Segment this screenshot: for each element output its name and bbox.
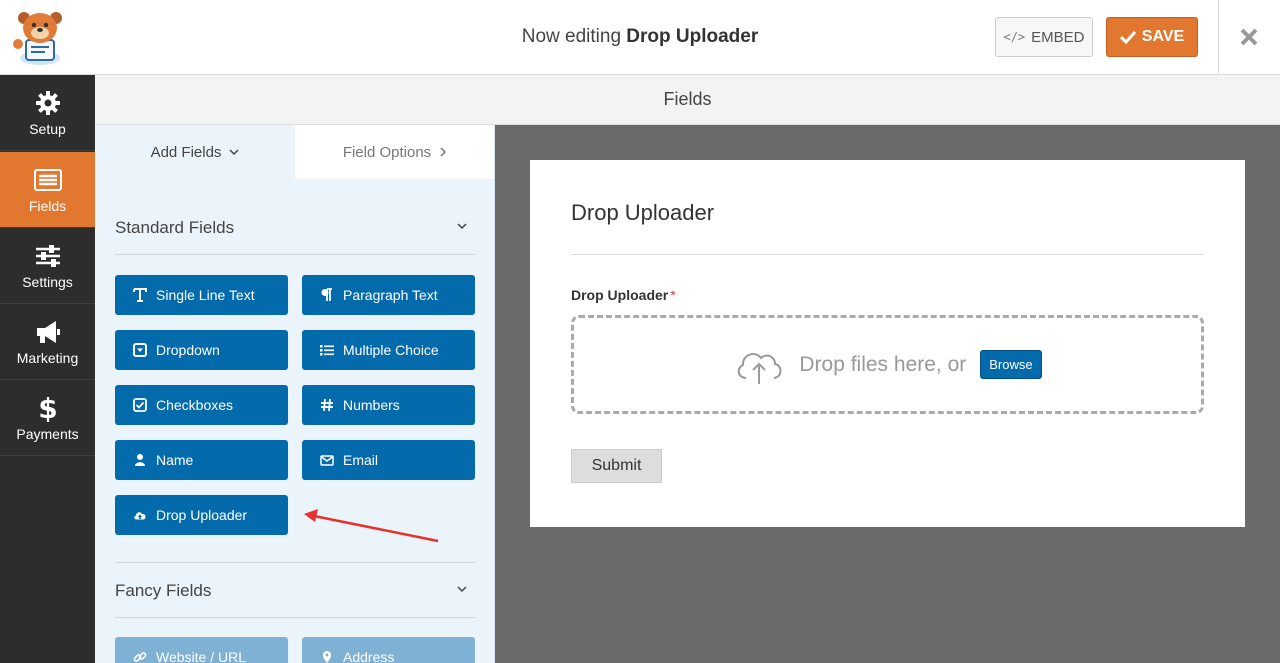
field-button-label: Name: [156, 452, 194, 468]
field-button-numbers[interactable]: Numbers: [302, 385, 475, 425]
section-divider: [115, 562, 475, 563]
field-button-dropdown[interactable]: Dropdown: [115, 330, 288, 370]
submit-button[interactable]: Submit: [571, 449, 662, 483]
sidebar-item-payments[interactable]: $ Payments: [0, 380, 95, 456]
megaphone-icon: [36, 320, 60, 343]
top-bar: Now editing Drop Uploader </> EMBED SAVE: [0, 0, 1280, 75]
field-button-label: Multiple Choice: [343, 342, 439, 358]
chevron-right-icon: [440, 147, 447, 157]
field-button-drop-uploader[interactable]: Drop Uploader: [115, 495, 288, 535]
tab-label: Field Options: [342, 143, 432, 161]
save-label: SAVE: [1141, 28, 1185, 45]
field-label-text: Drop Uploader: [571, 287, 669, 303]
field-button-label: Drop Uploader: [156, 507, 248, 523]
list-icon: [320, 345, 334, 356]
top-divider: [1218, 0, 1219, 75]
map-pin-icon: [323, 651, 331, 663]
form-title-divider: [571, 254, 1204, 255]
dropdown-icon: [133, 343, 147, 357]
field-button-label: Website / URL: [156, 649, 246, 663]
field-button-address[interactable]: Address: [302, 637, 475, 663]
svg-text:$: $: [38, 394, 57, 422]
sidebar-item-label: Settings: [22, 273, 73, 290]
cloud-upload-icon: [134, 512, 146, 520]
form-name-title: Drop Uploader: [626, 26, 759, 47]
field-button-label: Numbers: [343, 397, 400, 413]
checkmark-icon: [1119, 30, 1136, 44]
tab-field-options[interactable]: Field Options: [295, 125, 494, 179]
checkbox-icon: [133, 398, 147, 412]
tab-label: Add Fields: [150, 143, 222, 161]
sidebar-item-fields[interactable]: Fields: [0, 152, 95, 228]
fields-list-icon: [33, 168, 62, 191]
hash-icon: [321, 398, 333, 412]
section-title: Fancy Fields: [115, 581, 212, 600]
field-button-single-line-text[interactable]: Single Line Text: [115, 275, 288, 315]
field-button-checkboxes[interactable]: Checkboxes: [115, 385, 288, 425]
embed-label: EMBED: [1031, 28, 1085, 46]
field-button-label: Address: [343, 649, 395, 663]
gear-icon: [35, 90, 60, 115]
field-button-label: Dropdown: [156, 342, 220, 358]
embed-button[interactable]: </> EMBED: [995, 17, 1093, 57]
paragraph-icon: [321, 288, 332, 301]
user-icon: [135, 454, 145, 466]
file-dropzone[interactable]: Drop files here, or Browse: [571, 315, 1204, 414]
section-divider: [115, 617, 475, 618]
section-title: Standard Fields: [115, 218, 235, 237]
sidebar-item-setup[interactable]: Setup: [0, 75, 95, 151]
tab-add-fields[interactable]: Add Fields: [95, 125, 295, 179]
link-icon: [133, 652, 147, 662]
cloud-upload-icon: [738, 352, 782, 384]
browse-button[interactable]: Browse: [980, 350, 1042, 379]
sidebar-item-label: Setup: [29, 120, 66, 137]
code-icon: </>: [1003, 30, 1026, 44]
field-button-label: Single Line Text: [156, 287, 255, 303]
save-button[interactable]: SAVE: [1106, 17, 1198, 57]
field-button-name[interactable]: Name: [115, 440, 288, 480]
field-button-label: Paragraph Text: [343, 287, 438, 303]
fancy-fields-toggle[interactable]: Fancy Fields: [115, 581, 475, 601]
field-button-multiple-choice[interactable]: Multiple Choice: [302, 330, 475, 370]
close-icon[interactable]: [1232, 20, 1266, 54]
sidebar-item-label: Payments: [16, 425, 79, 442]
sidebar: Setup Fields Settings Marketing $ Paymen…: [0, 75, 95, 663]
field-button-label: Checkboxes: [156, 397, 234, 413]
chevron-down-icon: [457, 223, 467, 230]
drop-uploader-field-label[interactable]: Drop Uploader *: [571, 287, 676, 303]
form-title: Drop Uploader: [571, 200, 715, 225]
required-asterisk: *: [670, 287, 676, 303]
field-button-website-url[interactable]: Website / URL: [115, 637, 288, 663]
field-button-label: Email: [343, 452, 379, 468]
drop-files-text: Drop files here, or: [799, 352, 967, 376]
field-button-paragraph-text[interactable]: Paragraph Text: [302, 275, 475, 315]
fields-header: Fields: [95, 75, 1280, 125]
standard-fields-toggle[interactable]: Standard Fields: [115, 218, 475, 238]
dollar-icon: $: [38, 394, 57, 422]
sidebar-item-label: Marketing: [16, 349, 79, 366]
form-preview-card: Drop Uploader Drop Uploader * Drop files …: [530, 160, 1245, 527]
field-button-email[interactable]: Email: [302, 440, 475, 480]
chevron-down-icon: [457, 586, 467, 593]
title-prefix: Now editing: [521, 26, 622, 47]
fields-panel: Add Fields Field Options Standard Fields…: [95, 125, 495, 663]
sliders-icon: [35, 244, 60, 267]
sidebar-item-settings[interactable]: Settings: [0, 228, 95, 304]
sidebar-item-label: Fields: [28, 197, 67, 214]
text-icon: [133, 288, 147, 302]
chevron-down-icon: [229, 149, 239, 156]
envelope-icon: [320, 455, 334, 466]
sidebar-item-marketing[interactable]: Marketing: [0, 304, 95, 380]
section-divider: [115, 254, 475, 255]
